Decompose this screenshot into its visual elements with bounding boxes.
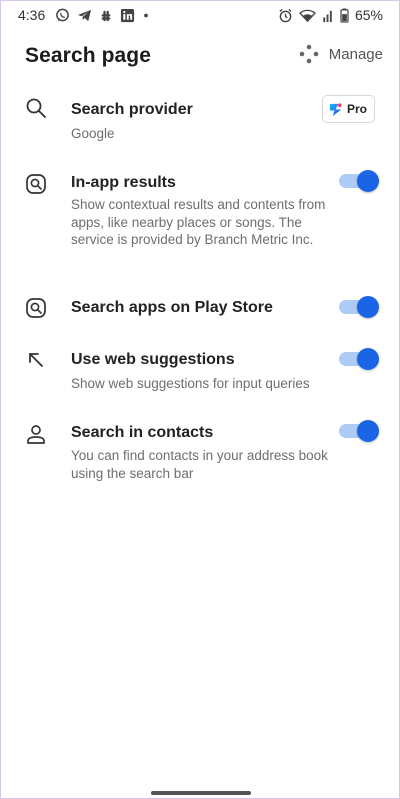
toggle-knob xyxy=(357,170,379,192)
search-play-store-title: Search apps on Play Store xyxy=(71,299,273,316)
whatsapp-icon xyxy=(56,8,69,22)
signal-icon xyxy=(323,10,332,22)
web-suggestions-toggle[interactable] xyxy=(339,348,379,370)
toggle-knob xyxy=(357,420,379,442)
manage-label: Manage xyxy=(328,45,383,63)
in-app-results-title: In-app results xyxy=(71,174,176,191)
search-contacts-title: Search in contacts xyxy=(71,424,214,441)
search-provider-title: Search provider xyxy=(71,101,193,118)
search-provider-value: Google xyxy=(71,126,115,141)
wifi-icon xyxy=(299,9,316,22)
toggle-knob xyxy=(357,296,379,318)
home-indicator[interactable] xyxy=(151,791,251,795)
in-app-results-description: Show contextual results and contents fro… xyxy=(71,197,326,247)
person-icon xyxy=(27,425,45,444)
alarm-icon xyxy=(279,8,292,22)
arrow-up-left-icon xyxy=(29,353,43,367)
status-bar: 4:36 65% xyxy=(1,1,399,31)
search-icon xyxy=(26,98,46,118)
notification-icons xyxy=(55,8,150,23)
page-title: Search page xyxy=(25,44,151,67)
pro-label: Pro xyxy=(346,102,367,116)
search-contacts-row[interactable]: Search in contacts You can find contacts… xyxy=(1,415,399,487)
pro-badge[interactable]: Pro xyxy=(321,95,375,123)
search-contacts-toggle[interactable] xyxy=(339,420,379,442)
screen: 4:36 65% Search page Manage Search provi… xyxy=(0,0,400,799)
search-contacts-description: You can find contacts in your address bo… xyxy=(71,448,328,481)
search-play-store-toggle[interactable] xyxy=(339,296,379,318)
in-app-results-toggle[interactable] xyxy=(339,170,379,192)
linkedin-icon xyxy=(120,8,135,23)
web-suggestions-row[interactable]: Use web suggestions Show web suggestions… xyxy=(1,343,399,399)
toggle-knob xyxy=(357,348,379,370)
dot-icon xyxy=(144,13,148,18)
pro-logo-icon xyxy=(329,102,342,116)
manage-dots-icon xyxy=(299,44,319,64)
app-search-icon xyxy=(26,298,46,318)
web-suggestions-title: Use web suggestions xyxy=(71,351,235,368)
battery-percent: 65% xyxy=(354,7,383,23)
web-suggestions-description: Show web suggestions for input queries xyxy=(71,376,310,391)
slack-icon xyxy=(101,10,111,21)
system-status-icons: 65% xyxy=(278,7,383,23)
manage-button[interactable]: Manage xyxy=(299,44,383,64)
telegram-icon xyxy=(77,9,92,22)
battery-icon xyxy=(340,7,349,23)
app-search-icon xyxy=(26,174,46,194)
status-time: 4:36 xyxy=(18,7,46,23)
